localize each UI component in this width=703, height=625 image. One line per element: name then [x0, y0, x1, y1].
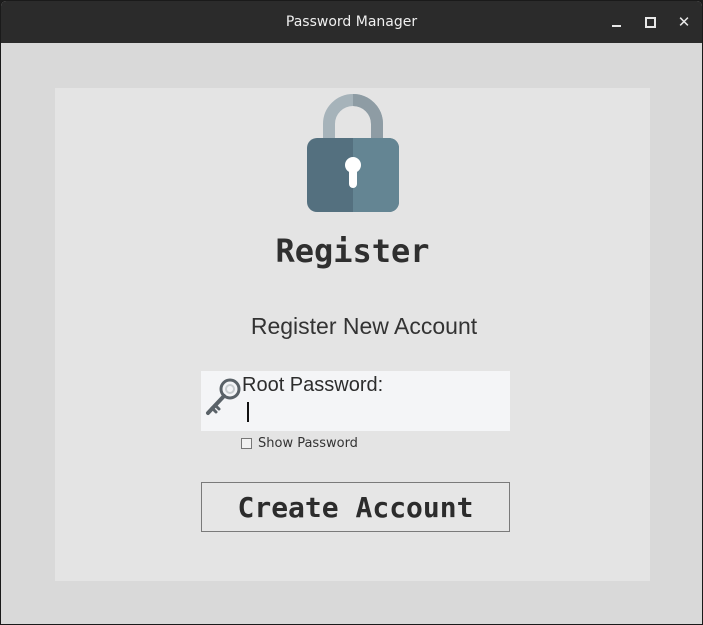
lock-icon — [307, 94, 399, 212]
minimize-button[interactable] — [606, 12, 626, 32]
page-title: Register — [275, 232, 430, 270]
create-account-button[interactable]: Create Account — [201, 482, 510, 532]
title-bar[interactable]: Password Manager ✕ — [1, 1, 702, 43]
root-password-field: Root Password: — [201, 371, 510, 431]
app-window: Password Manager ✕ Register Register New… — [0, 0, 703, 625]
maximize-button[interactable] — [640, 12, 660, 32]
show-password-checkbox[interactable] — [241, 438, 252, 449]
minimize-icon — [611, 25, 621, 27]
register-panel: Register Register New Account Root Passw… — [55, 88, 650, 581]
root-password-label: Root Password: — [242, 374, 384, 396]
text-caret — [247, 402, 249, 422]
close-button[interactable]: ✕ — [674, 12, 694, 32]
close-icon: ✕ — [677, 12, 691, 31]
window-title: Password Manager — [285, 14, 418, 30]
page-subtitle: Register New Account — [250, 313, 478, 339]
key-icon — [206, 378, 241, 415]
root-password-input[interactable] — [245, 399, 500, 425]
show-password-row[interactable]: Show Password — [241, 436, 358, 451]
maximize-icon — [644, 16, 656, 28]
show-password-label[interactable]: Show Password — [258, 436, 358, 451]
